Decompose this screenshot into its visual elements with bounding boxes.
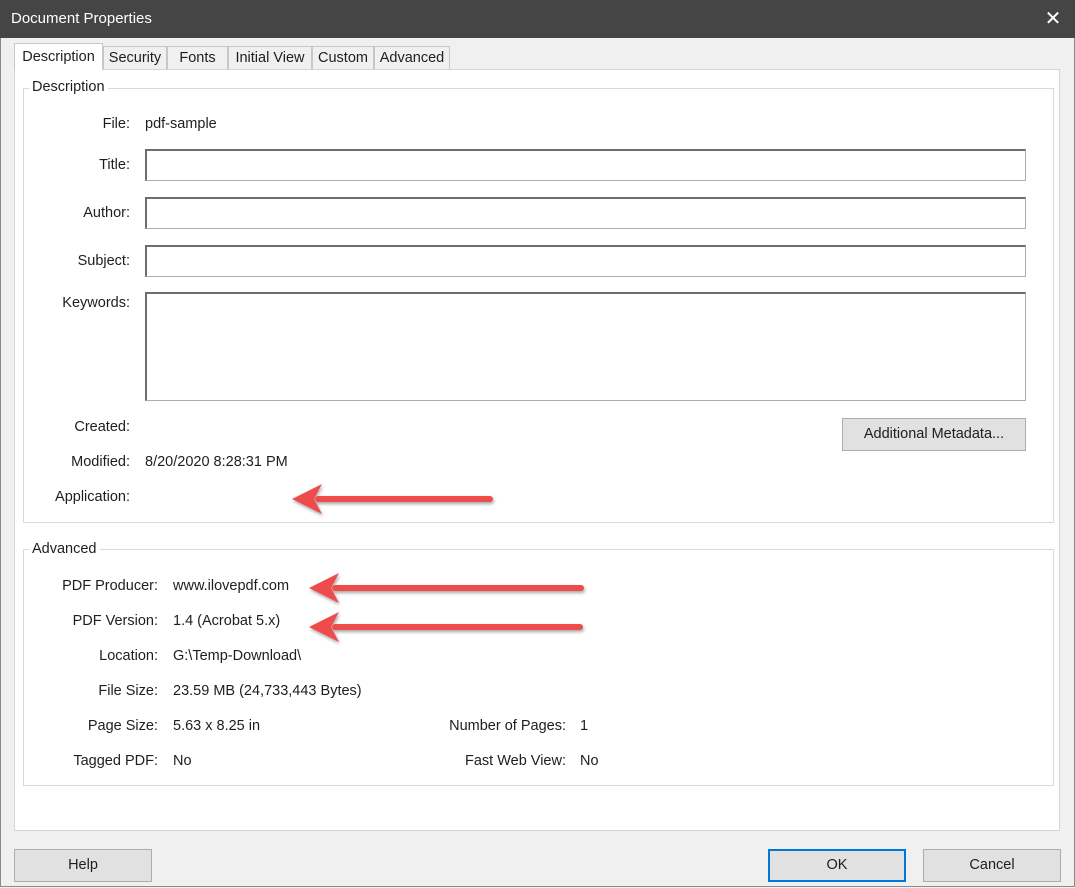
arrow-pdf-producer <box>309 573 584 603</box>
arrow-application <box>292 484 493 514</box>
arrow-pdf-version <box>309 612 583 642</box>
annotation-arrows <box>292 484 584 642</box>
